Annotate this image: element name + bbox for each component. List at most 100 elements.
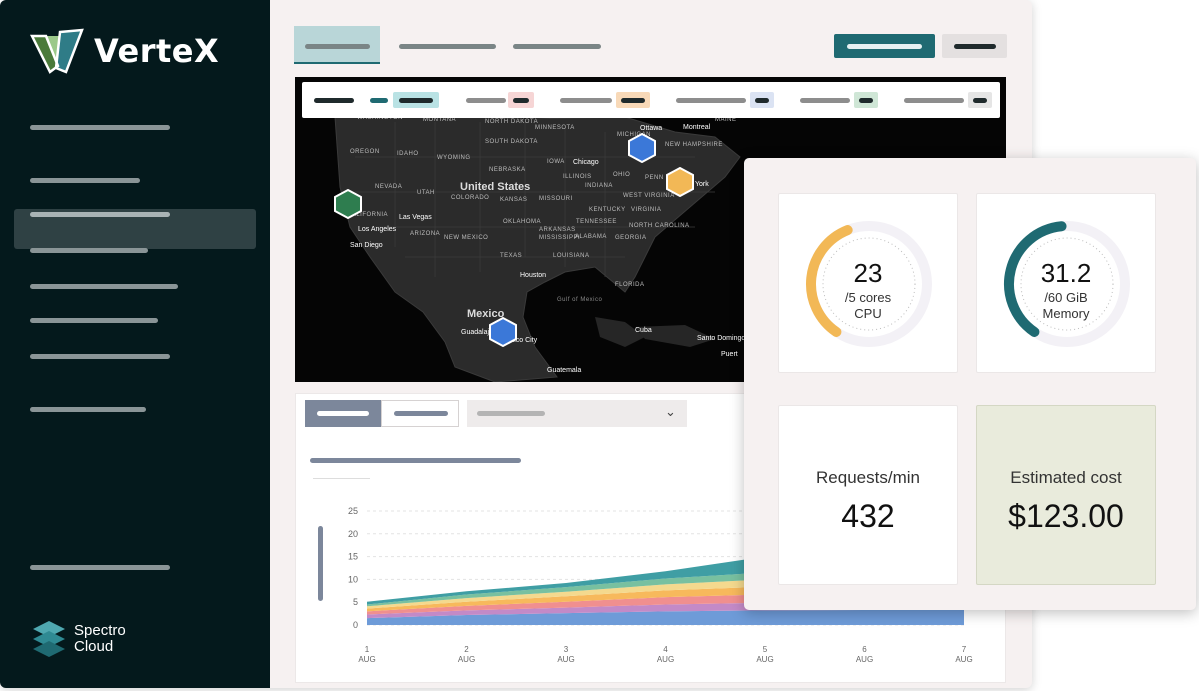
sidebar-item-2[interactable]: [30, 178, 140, 183]
x-tick-month: AUG: [657, 655, 674, 664]
segment-button-active[interactable]: [305, 400, 381, 427]
x-tick-month: AUG: [358, 655, 375, 664]
map-city-label: Chicago: [573, 159, 599, 166]
cpu-label: CPU: [854, 306, 882, 321]
map-region-label: INDIANA: [585, 183, 613, 189]
legend-chip-2[interactable]: [508, 92, 534, 108]
map-city-label: Cuba: [635, 327, 652, 334]
sidebar-item-settings[interactable]: [30, 565, 170, 570]
memory-capacity: /60 GiB: [1044, 290, 1088, 305]
sidebar-item-8[interactable]: [30, 407, 146, 412]
sidebar-item-5[interactable]: [30, 284, 178, 289]
spectro-line2: Cloud: [74, 638, 114, 655]
cost-card: Estimated cost $123.00: [976, 405, 1156, 585]
tab-2[interactable]: [399, 44, 496, 49]
requests-value: 432: [841, 498, 895, 534]
map-region-label: PENN: [645, 175, 664, 181]
map-region-label: FLORIDA: [615, 282, 645, 288]
range-select[interactable]: [467, 400, 687, 427]
tab-3[interactable]: [513, 44, 601, 49]
x-tick-label: 5: [763, 645, 768, 654]
map-region-label: ARKANSAS: [539, 227, 576, 233]
map-region-label: NEW HAMPSHIRE: [665, 142, 723, 148]
brand-name: VerteX: [94, 32, 220, 70]
map-region-label: ILLINOIS: [563, 174, 592, 180]
map-city-label: Montreal: [683, 124, 711, 131]
sidebar-item-4[interactable]: [30, 248, 148, 253]
map-region-label: NORTH DAKOTA: [485, 119, 539, 125]
cost-label: Estimated cost: [1010, 468, 1122, 487]
map-region-label: GEORGIA: [615, 235, 647, 241]
x-tick-label: 4: [663, 645, 668, 654]
spectro-line1: Spectro: [74, 622, 126, 639]
sidebar-item-1[interactable]: [30, 125, 170, 130]
orange-cluster-icon[interactable]: [665, 167, 695, 197]
map-region-label: NEVADA: [375, 184, 403, 190]
sidebar-item-3-active[interactable]: [30, 212, 170, 217]
secondary-action-button[interactable]: [942, 34, 1007, 58]
map-region-label: Gulf of Mexico: [557, 297, 603, 303]
map-region-label: SOUTH DAKOTA: [485, 139, 538, 145]
map-city-label: Los Angeles: [358, 226, 397, 233]
map-region-label: OKLAHOMA: [503, 219, 542, 225]
y-axis-label-bar: [318, 526, 323, 601]
y-tick-label: 0: [353, 620, 358, 630]
y-tick-label: 10: [348, 574, 358, 584]
x-tick-label: 2: [464, 645, 469, 654]
cpu-capacity: /5 cores: [844, 290, 892, 305]
green-cluster-icon[interactable]: [333, 189, 363, 219]
map-region-label: UTAH: [417, 190, 435, 196]
map-region-label: TEXAS: [500, 253, 523, 259]
map-city-label: York: [695, 181, 709, 188]
map-city-label: Puert: [721, 351, 738, 358]
y-tick-label: 15: [348, 552, 358, 562]
map-region-label: OREGON: [350, 149, 380, 155]
chart-heading: [310, 458, 521, 463]
y-tick-label: 20: [348, 529, 358, 539]
map-city-label: Houston: [520, 272, 547, 279]
x-tick-label: 1: [365, 645, 370, 654]
cost-value: $123.00: [1008, 498, 1124, 534]
map-city-label: Guatemala: [547, 367, 582, 374]
blue-cluster-icon-mexico[interactable]: [488, 317, 518, 347]
map-region-label: ALABAMA: [575, 234, 607, 240]
map-region-label: LOUISIANA: [553, 253, 590, 259]
map-region-label: NEBRASKA: [489, 167, 526, 173]
legend-chip-4[interactable]: [750, 92, 774, 108]
map-region-label: MINNESOTA: [535, 125, 575, 131]
spectro-cloud-icon: [33, 621, 65, 657]
legend-chip-3[interactable]: [616, 92, 650, 108]
x-tick-label: 7: [962, 645, 967, 654]
map-region-label: VIRGINIA: [631, 207, 662, 213]
map-region-label: KANSAS: [500, 197, 528, 203]
sidebar-item-6[interactable]: [30, 318, 158, 323]
x-tick-month: AUG: [756, 655, 773, 664]
segment-button[interactable]: [381, 400, 459, 427]
map-region-label: COLORADO: [451, 195, 490, 201]
map-region-label: MISSOURI: [539, 196, 573, 202]
chevron-down-icon[interactable]: ⌄: [665, 404, 676, 420]
map-region-label: KENTUCKY: [589, 207, 626, 213]
cpu-value: 23: [853, 258, 883, 288]
memory-label: Memory: [1042, 306, 1090, 321]
x-tick-month: AUG: [955, 655, 972, 664]
map-label-united-states: United States: [460, 181, 531, 193]
map-region-label: WYOMING: [437, 155, 471, 161]
requests-label: Requests/min: [816, 468, 920, 487]
map-region-label: IOWA: [547, 159, 565, 165]
map-region-label: IDAHO: [397, 151, 419, 157]
map-city-label: San Diego: [350, 242, 383, 249]
sidebar-item-7[interactable]: [30, 354, 170, 359]
metrics-card: 23 /5 cores CPU 31.2 /60 GiB Memory Requ…: [744, 158, 1196, 610]
map-region-label: OHIO: [613, 172, 631, 178]
primary-action-button[interactable]: [834, 34, 935, 58]
spectro-cloud-logo: Spectro Cloud: [32, 620, 126, 658]
sidebar: VerteX Spectro Cloud: [0, 0, 270, 688]
legend-chip-1[interactable]: [393, 92, 439, 108]
blue-cluster-icon[interactable]: [627, 133, 657, 163]
legend-chip-6[interactable]: [968, 92, 992, 108]
legend-chip-5[interactable]: [854, 92, 878, 108]
vertex-logo[interactable]: VerteX: [30, 28, 219, 74]
stage: VerteX Spectro Cloud United States Mexic…: [0, 0, 1199, 691]
x-tick-label: 6: [862, 645, 867, 654]
